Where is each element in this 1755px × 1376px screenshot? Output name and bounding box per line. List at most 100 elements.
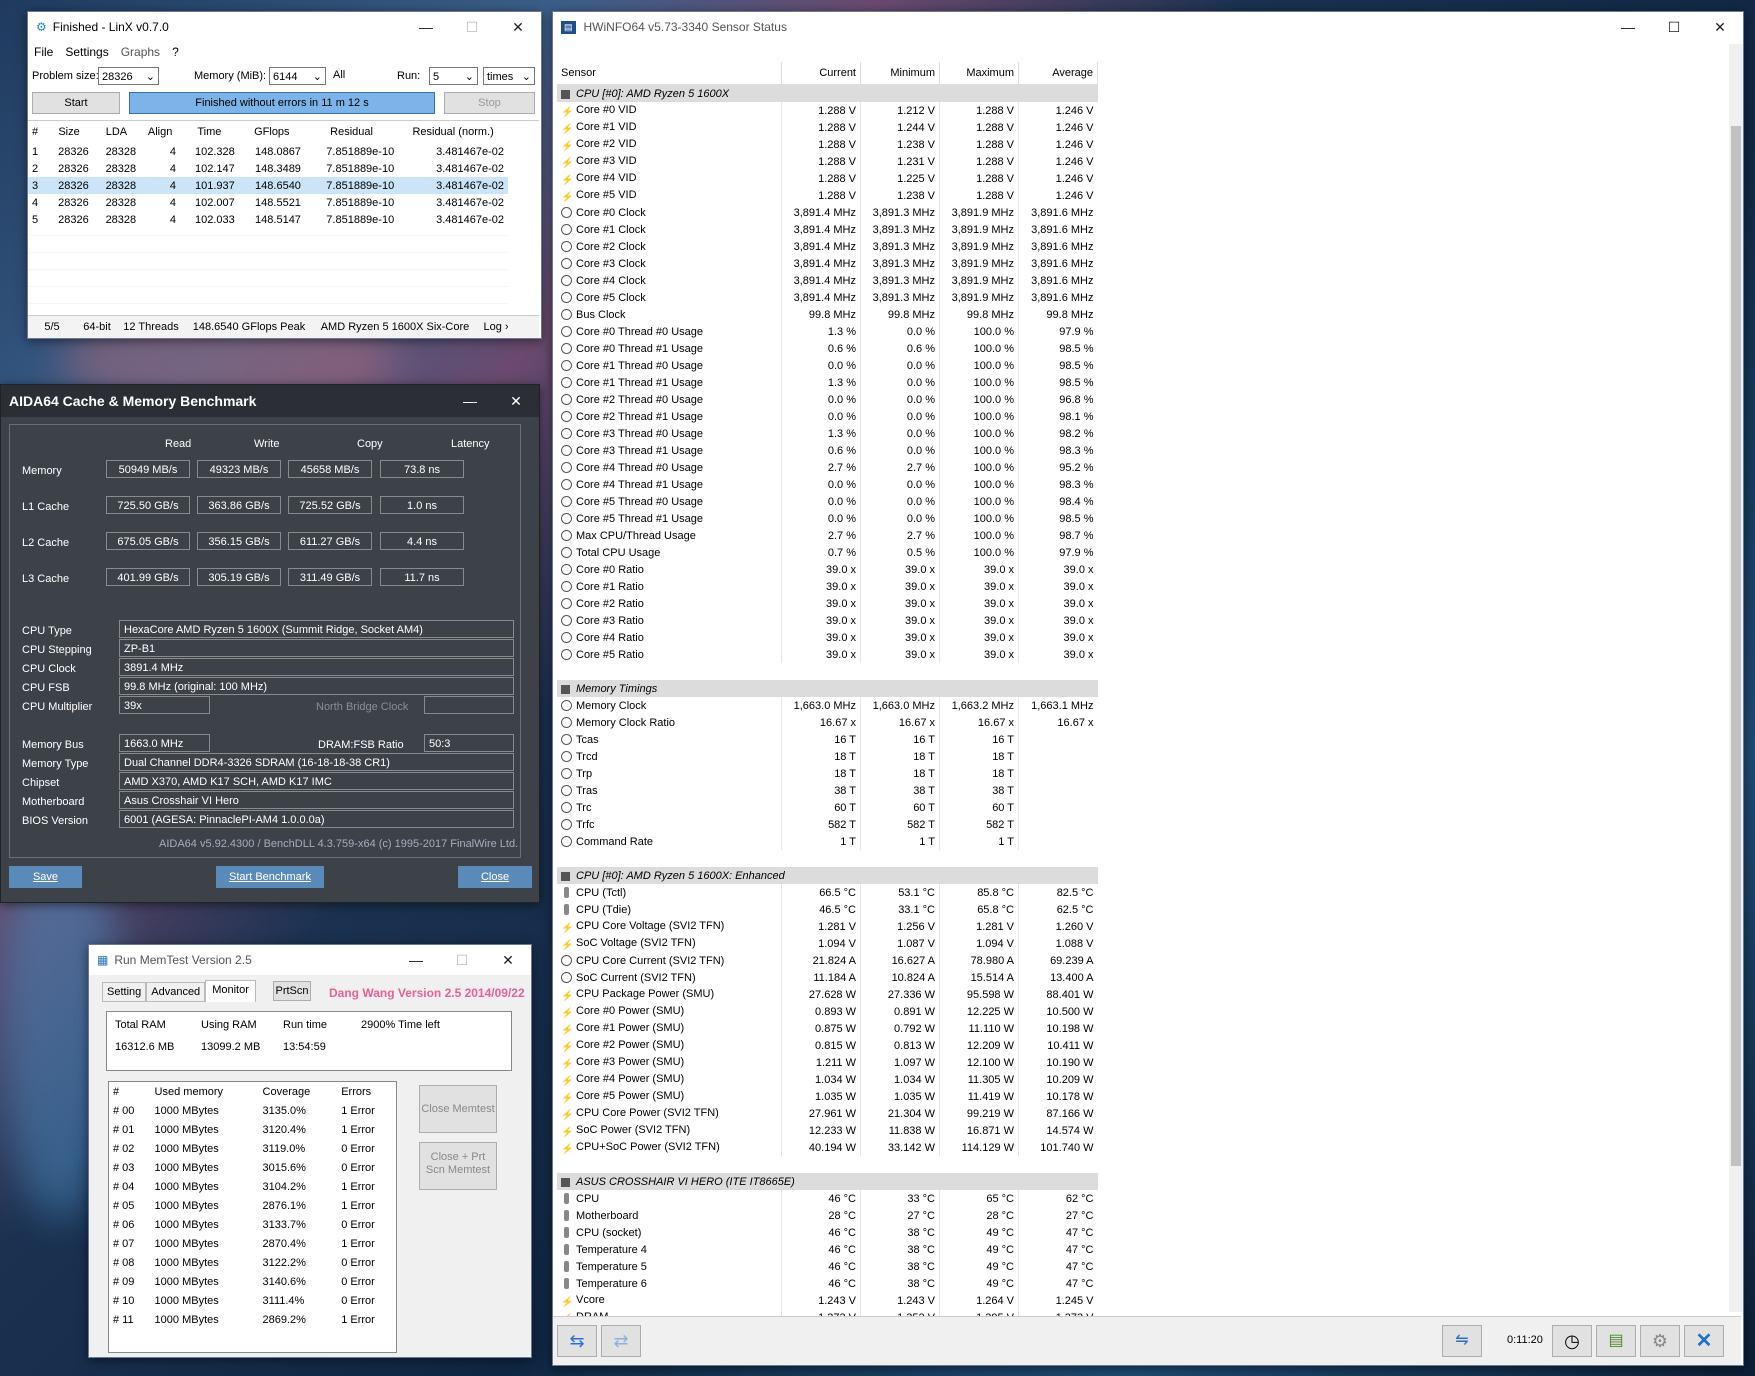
sensor-row[interactable]: Memory Clock 1,663.0 MHz 1,663.0 MHz 1,663.… bbox=[557, 697, 1098, 714]
network-icon[interactable]: ⇋ bbox=[1442, 1325, 1482, 1357]
close-button[interactable]: Close bbox=[458, 866, 532, 888]
run-combo[interactable]: 5 ⌄ bbox=[429, 67, 478, 85]
sensor-row[interactable]: ⚡ Core #1 VID 1.288 V 1.244 V 1.288 V 1.246 V bbox=[557, 119, 1098, 136]
column-header[interactable]: # bbox=[28, 121, 45, 143]
prtscn-button[interactable]: PrtScn bbox=[273, 981, 311, 1001]
close-memtest-button[interactable]: Close Memtest bbox=[419, 1085, 497, 1133]
column-header[interactable]: Sensor bbox=[557, 62, 782, 85]
sensor-row[interactable]: Core #2 Clock 3,891.4 MHz 3,891.3 MHz 3,891… bbox=[557, 238, 1098, 255]
minimize-button[interactable]: — bbox=[1605, 12, 1651, 42]
sensor-group-row[interactable]: Memory Timings bbox=[557, 680, 1098, 697]
close-prtscn-memtest-button[interactable]: Close + Prt Scn Memtest bbox=[419, 1142, 497, 1190]
sensor-row[interactable]: Core #1 Ratio 39.0 x 39.0 x 39.0 x 39.0 x bbox=[557, 578, 1098, 595]
sensor-row[interactable]: Core #5 Clock 3,891.4 MHz 3,891.3 MHz 3,891… bbox=[557, 289, 1098, 306]
sensor-row[interactable]: Total CPU Usage 0.7 % 0.5 % 100.0 % 97.9 % bbox=[557, 544, 1098, 561]
navigate-arrows-alt-icon[interactable]: ⇄ bbox=[601, 1325, 641, 1357]
all-checkbox-label[interactable]: All bbox=[333, 69, 345, 81]
sensor-row[interactable]: Bus Clock 99.8 MHz 99.8 MHz 99.8 MHz 99.8 MH… bbox=[557, 306, 1098, 323]
sensor-row[interactable]: ⚡ Core #1 Power (SMU) 0.875 W 0.792 W 11.110… bbox=[557, 1020, 1098, 1037]
sensor-row[interactable]: Core #0 Thread #1 Usage 0.6 % 0.6 % 100.0 %… bbox=[557, 340, 1098, 357]
sensor-row[interactable]: ⚡ SoC Power (SVI2 TFN) 12.233 W 11.838 W 16.… bbox=[557, 1122, 1098, 1139]
column-header[interactable]: Size bbox=[45, 121, 92, 143]
sensor-row[interactable]: ⚡ Core #0 VID 1.288 V 1.212 V 1.288 V 1.246 V bbox=[557, 102, 1098, 119]
sensor-row[interactable]: ⚡ CPU+SoC Power (SVI2 TFN) 40.194 W 33.142 … bbox=[557, 1139, 1098, 1156]
gear-icon[interactable]: ⚙ bbox=[1640, 1325, 1680, 1357]
problem-size-combo[interactable]: 28326 ⌄ bbox=[98, 67, 159, 85]
column-header[interactable]: Align bbox=[140, 121, 180, 143]
column-header[interactable]: Current bbox=[781, 62, 861, 85]
sensor-row[interactable]: Trc 60 T 60 T 60 T bbox=[557, 799, 1098, 816]
sensor-row[interactable]: Core #2 Thread #0 Usage 0.0 % 0.0 % 100.0 %… bbox=[557, 391, 1098, 408]
sensor-group-row[interactable]: CPU [#0]: AMD Ryzen 5 1600X bbox=[557, 84, 1098, 102]
maximize-button[interactable]: ☐ bbox=[439, 945, 485, 975]
sensor-row[interactable]: Core #3 Thread #1 Usage 0.6 % 0.0 % 100.0 %… bbox=[557, 442, 1098, 459]
sensor-row[interactable]: ⚡ CPU Package Power (SMU) 27.628 W 27.336 W… bbox=[557, 986, 1098, 1003]
scrollbar-thumb[interactable] bbox=[1731, 126, 1741, 1166]
maximize-button[interactable]: ☐ bbox=[449, 12, 495, 42]
navigate-arrows-icon[interactable]: ⇆ bbox=[557, 1325, 597, 1357]
sensor-row[interactable]: CPU (socket) 46 °C 38 °C 49 °C 47 °C bbox=[557, 1224, 1098, 1241]
sensor-row[interactable]: Core #3 Ratio 39.0 x 39.0 x 39.0 x 39.0 x bbox=[557, 612, 1098, 629]
vertical-scrollbar[interactable] bbox=[1729, 44, 1743, 1312]
sensor-row[interactable]: Motherboard 28 °C 27 °C 28 °C 27 °C bbox=[557, 1207, 1098, 1224]
sensor-row[interactable]: Core #5 Ratio 39.0 x 39.0 x 39.0 x 39.0 x bbox=[557, 646, 1098, 663]
sensor-row[interactable]: Max CPU/Thread Usage 2.7 % 2.7 % 100.0 % 98.… bbox=[557, 527, 1098, 544]
sensor-row[interactable]: Command Rate 1 T1 T1 T bbox=[557, 833, 1098, 850]
sensor-row[interactable]: Core #2 Thread #1 Usage 0.0 % 0.0 % 100.0 %… bbox=[557, 408, 1098, 425]
sensor-group-row[interactable]: CPU [#0]: AMD Ryzen 5 1600X: Enhanced bbox=[557, 867, 1098, 884]
column-header[interactable]: Time bbox=[180, 121, 239, 143]
column-header[interactable]: Average bbox=[1018, 62, 1098, 85]
start-benchmark-button[interactable]: Start Benchmark bbox=[216, 866, 324, 888]
sensor-row[interactable]: Core #5 Thread #1 Usage 0.0 % 0.0 % 100.0 %… bbox=[557, 510, 1098, 527]
sensor-row[interactable]: Core #4 Thread #0 Usage 2.7 % 2.7 % 100.0 %… bbox=[557, 459, 1098, 476]
menu-graphs[interactable]: Graphs bbox=[121, 45, 160, 59]
tab-advanced[interactable]: Advanced bbox=[146, 982, 206, 1002]
sensor-row[interactable]: ⚡ Core #2 VID 1.288 V 1.238 V 1.288 V 1.246 V bbox=[557, 136, 1098, 153]
sensor-row[interactable]: ⚡ Core #5 Power (SMU) 1.035 W 1.035 W 11.419… bbox=[557, 1088, 1098, 1105]
column-header[interactable]: Maximum bbox=[939, 62, 1019, 85]
stop-button[interactable]: Stop bbox=[444, 92, 535, 114]
sensor-row[interactable]: Core #4 Thread #1 Usage 0.0 % 0.0 % 100.0 %… bbox=[557, 476, 1098, 493]
run-unit-combo[interactable]: times ⌄ bbox=[483, 67, 535, 85]
sensor-row[interactable]: ⚡ Core #4 Power (SMU) 1.034 W 1.034 W 11.305… bbox=[557, 1071, 1098, 1088]
sensor-row[interactable]: Temperature 4 46 °C 38 °C 49 °C 47 °C bbox=[557, 1241, 1098, 1258]
sensor-row[interactable]: ⚡ Core #5 VID 1.288 V 1.238 V 1.288 V 1.246 V bbox=[557, 187, 1098, 204]
close-button[interactable]: ✕ bbox=[1697, 12, 1743, 42]
column-header[interactable]: Minimum bbox=[860, 62, 940, 85]
sensor-row[interactable]: CPU Core Current (SVI2 TFN) 21.824 A 16.62… bbox=[557, 952, 1098, 969]
column-header[interactable]: LDA bbox=[93, 121, 140, 143]
close-button[interactable]: ✕ bbox=[495, 12, 541, 42]
minimize-button[interactable]: — bbox=[393, 945, 439, 975]
sensor-row[interactable]: ⚡ SoC Voltage (SVI2 TFN) 1.094 V 1.087 V 1.0… bbox=[557, 935, 1098, 952]
sensor-row[interactable]: ⚡ Core #3 Power (SMU) 1.211 W 1.097 W 12.100… bbox=[557, 1054, 1098, 1071]
sensor-row[interactable]: Core #1 Thread #0 Usage 0.0 % 0.0 % 100.0 %… bbox=[557, 357, 1098, 374]
sensor-row[interactable]: Core #4 Ratio 39.0 x 39.0 x 39.0 x 39.0 x bbox=[557, 629, 1098, 646]
sensor-row[interactable]: ⚡ CPU Core Voltage (SVI2 TFN) 1.281 V 1.256… bbox=[557, 918, 1098, 935]
table-row[interactable]: 2 28326 28328 4 102.147 148.3489 7.851889e-10 3… bbox=[28, 160, 508, 177]
table-row[interactable]: 3 28326 28328 4 101.937 148.6540 7.851889e-10 3… bbox=[28, 177, 508, 194]
tab-setting[interactable]: Setting bbox=[102, 982, 147, 1002]
sensor-group-row[interactable]: ASUS CROSSHAIR VI HERO (ITE IT8665E) bbox=[557, 1173, 1098, 1190]
start-button[interactable]: Start bbox=[32, 92, 120, 114]
add-log-icon[interactable]: ▤ bbox=[1596, 1325, 1636, 1357]
sensor-row[interactable]: Temperature 5 46 °C 38 °C 49 °C 47 °C bbox=[557, 1258, 1098, 1275]
sensor-row[interactable]: Trfc 582 T 582 T 582 T bbox=[557, 816, 1098, 833]
sensor-row[interactable]: Trcd 18 T 18 T 18 T bbox=[557, 748, 1098, 765]
save-button[interactable]: Save bbox=[9, 866, 82, 888]
sensor-row[interactable]: Core #0 Ratio 39.0 x 39.0 x 39.0 x 39.0 x bbox=[557, 561, 1098, 578]
sensor-row[interactable]: SoC Current (SVI2 TFN) 11.184 A 10.824 A 15… bbox=[557, 969, 1098, 986]
menu-help[interactable]: ? bbox=[172, 45, 179, 59]
sensor-row[interactable]: Tras 38 T 38 T 38 T bbox=[557, 782, 1098, 799]
sensor-row[interactable]: Core #3 Thread #0 Usage 1.3 % 0.0 % 100.0 %… bbox=[557, 425, 1098, 442]
menu-settings[interactable]: Settings bbox=[65, 45, 108, 59]
sensor-row[interactable]: Core #2 Ratio 39.0 x 39.0 x 39.0 x 39.0 x bbox=[557, 595, 1098, 612]
table-row[interactable]: 4 28326 28328 4 102.007 148.5521 7.851889e-10 3… bbox=[28, 194, 508, 211]
clock-icon[interactable]: ◷ bbox=[1552, 1325, 1592, 1357]
sensor-row[interactable]: Memory Clock Ratio 16.67 x 16.67 x 16.67 x1… bbox=[557, 714, 1098, 731]
minimize-button[interactable]: — bbox=[403, 12, 449, 42]
sensor-row[interactable]: ⚡ CPU Core Power (SVI2 TFN) 27.961 W 21.304… bbox=[557, 1105, 1098, 1122]
sensor-row[interactable]: Core #1 Thread #1 Usage 1.3 % 0.0 % 100.0 %… bbox=[557, 374, 1098, 391]
menu-file[interactable]: File bbox=[34, 45, 53, 59]
column-header[interactable]: Residual (norm.) bbox=[398, 121, 508, 143]
column-header[interactable]: GFlops bbox=[239, 121, 305, 143]
